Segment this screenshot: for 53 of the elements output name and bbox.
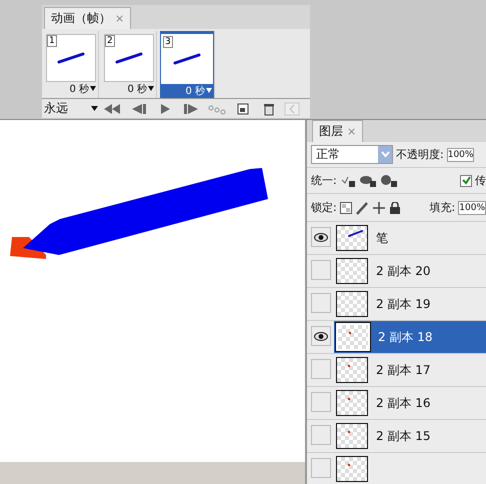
unify-style-icon[interactable] xyxy=(380,174,398,188)
eye-icon[interactable] xyxy=(314,232,328,242)
unify-visibility-icon[interactable] xyxy=(358,174,377,188)
eye-icon[interactable] xyxy=(314,332,328,340)
caret-icon[interactable] xyxy=(148,86,154,92)
unify-label: 统一: xyxy=(311,173,337,188)
frame-delay[interactable]: 0 秒 xyxy=(127,82,147,96)
layer-row[interactable]: 2 副本 20 xyxy=(334,255,486,287)
layer-row[interactable]: 2 副本 19 xyxy=(334,288,486,320)
opacity-label: 不透明度: xyxy=(396,147,444,162)
animation-tab[interactable]: 动画（帧） × xyxy=(44,6,132,29)
visibility-toggle[interactable] xyxy=(311,326,331,346)
visibility-toggle[interactable] xyxy=(311,458,331,478)
propagate-label: 传 xyxy=(475,173,486,188)
layer-thumbnail xyxy=(336,291,368,317)
layer-thumbnail xyxy=(336,225,368,251)
layer-thumbnail xyxy=(336,390,368,416)
lock-icon[interactable] xyxy=(388,202,401,214)
lock-label: 锁定: xyxy=(311,200,337,215)
layer-thumbnail xyxy=(336,323,370,351)
layer-row[interactable]: 2 副本 16 xyxy=(334,387,486,419)
layer-thumbnail xyxy=(336,258,368,284)
visibility-toggle[interactable] xyxy=(311,425,331,445)
layer-thumbnail xyxy=(336,357,368,383)
layer-thumbnail xyxy=(336,456,368,482)
layer-row[interactable]: 笔 xyxy=(334,222,486,254)
brush-icon[interactable] xyxy=(354,200,369,214)
fill-label: 填充: xyxy=(430,200,456,215)
visibility-toggle[interactable] xyxy=(311,359,331,379)
caret-icon[interactable] xyxy=(91,106,98,112)
visibility-toggle[interactable] xyxy=(311,392,331,412)
frame-delay[interactable]: 0 秒 xyxy=(69,82,89,96)
layers-tab[interactable]: 图层 × xyxy=(312,120,364,142)
layer-row[interactable]: 2 副本 15 xyxy=(334,420,486,452)
opacity-field[interactable]: 100% xyxy=(446,148,474,162)
pen-stroke-icon xyxy=(114,50,144,65)
layer-thumbnail xyxy=(336,423,368,449)
fill-field[interactable]: 100% xyxy=(458,200,486,214)
caret-icon[interactable] xyxy=(90,86,96,92)
layer-row[interactable]: 2 副本 17 xyxy=(334,354,486,386)
layer-row[interactable]: 2 副本 18 xyxy=(334,321,486,353)
pen-stroke-icon xyxy=(172,52,202,66)
move-icon[interactable] xyxy=(372,200,386,214)
pen-stroke-icon xyxy=(56,50,86,65)
animation-frame[interactable]: 3 0 秒 xyxy=(160,30,215,98)
lock-transparency-icon[interactable] xyxy=(340,202,352,214)
visibility-toggle[interactable] xyxy=(311,293,331,313)
loop-dropdown[interactable]: 永远 xyxy=(44,100,98,118)
blend-mode-dropdown[interactable]: 正常 xyxy=(311,145,393,164)
propagate-checkbox[interactable] xyxy=(460,174,472,186)
frame-delay[interactable]: 0 秒 xyxy=(185,84,205,98)
visibility-toggle[interactable] xyxy=(311,227,331,247)
visibility-toggle[interactable] xyxy=(311,260,331,280)
